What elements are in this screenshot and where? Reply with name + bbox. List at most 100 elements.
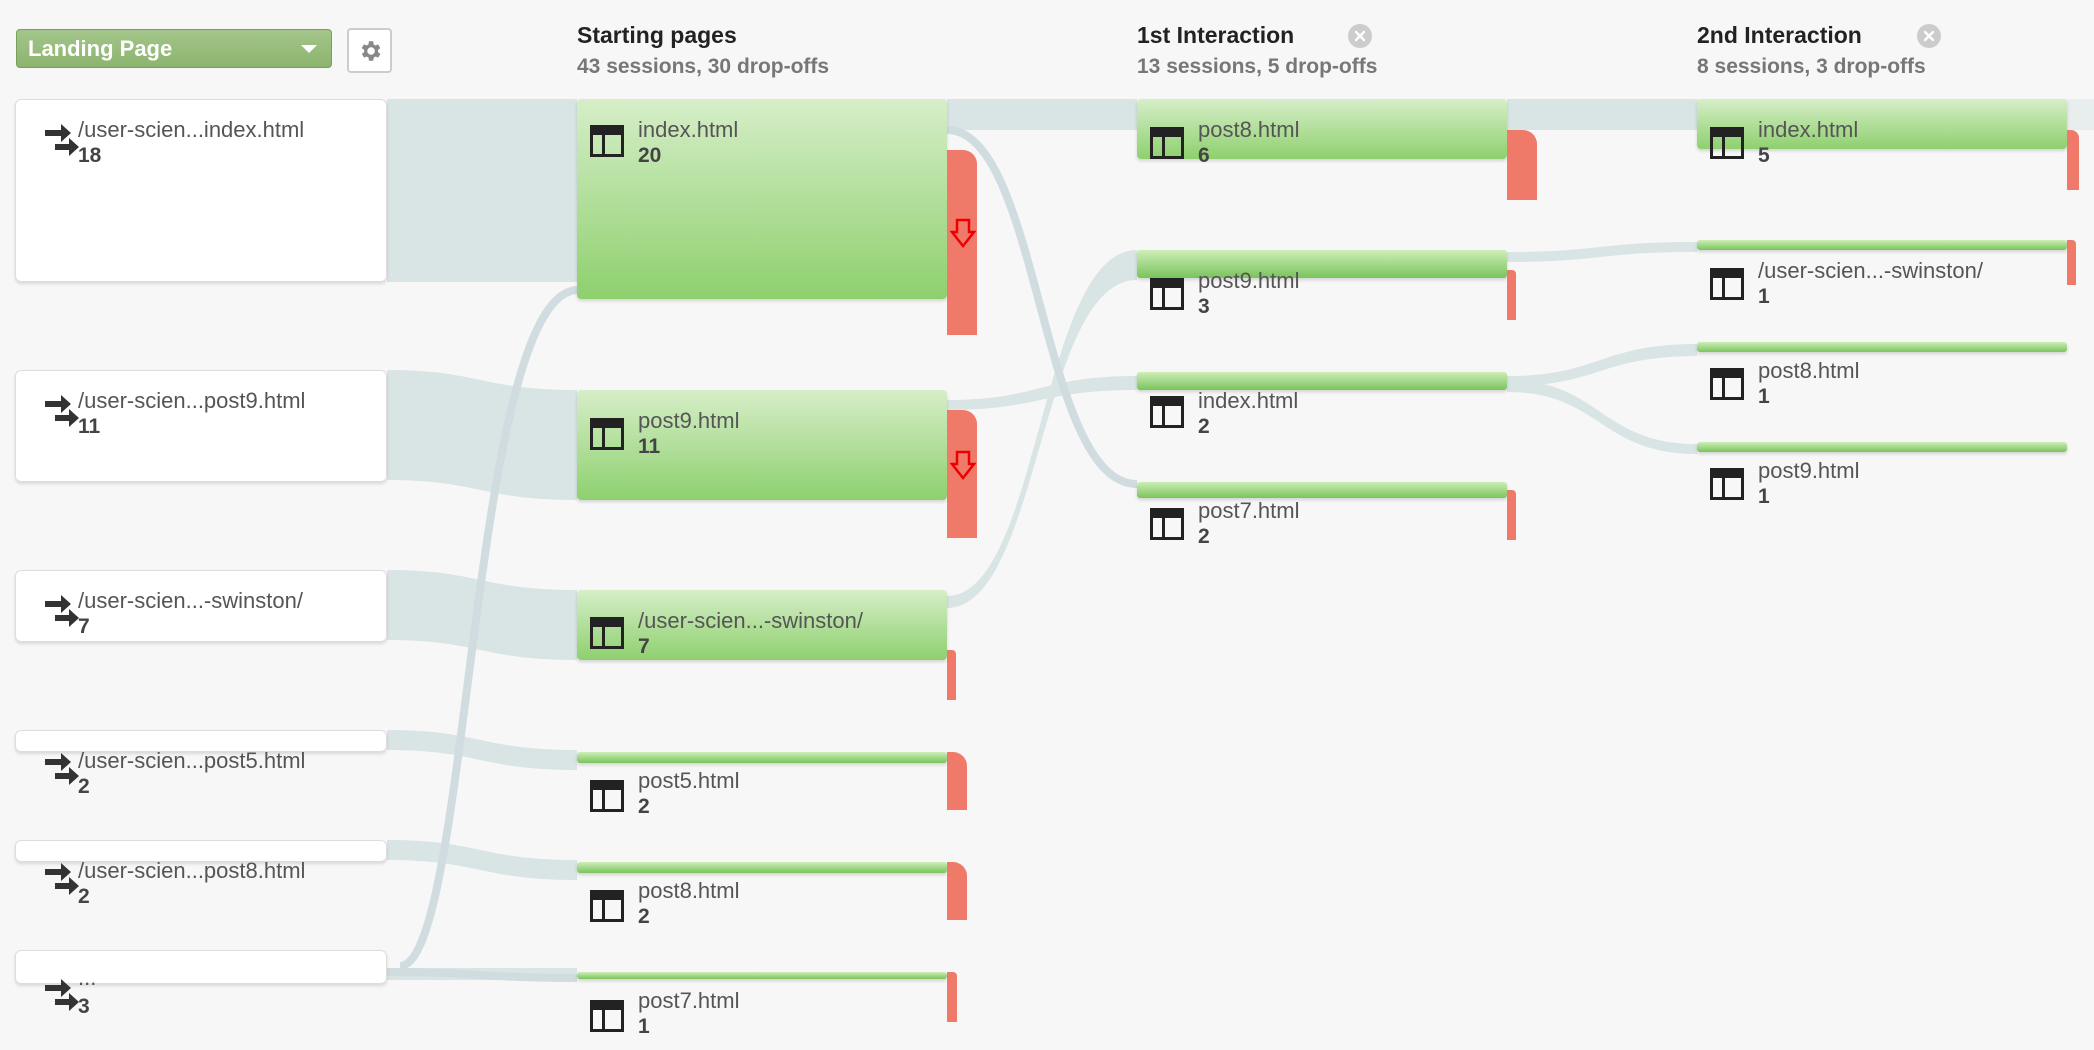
- page-count: 3: [1198, 295, 1210, 318]
- dropoff-indicator[interactable]: [1507, 270, 1516, 320]
- page-label: index.html: [1758, 117, 1859, 142]
- interaction-2-node[interactable]: [1697, 240, 2067, 250]
- flow-link: [1507, 380, 1697, 454]
- chevron-down-icon: [301, 45, 317, 53]
- page-label: post7.html: [1198, 498, 1300, 523]
- page-layout-icon: [590, 890, 624, 922]
- entrance-arrows-icon: [45, 395, 79, 427]
- interaction-1-node[interactable]: [1137, 372, 1507, 390]
- column-subtitle-starting-pages: 43 sessions, 30 drop-offs: [577, 55, 830, 78]
- interaction-1-node[interactable]: [1137, 250, 1507, 278]
- settings-button[interactable]: [347, 28, 392, 73]
- flow-link: [387, 370, 577, 500]
- dropoff-indicator[interactable]: [2067, 240, 2076, 285]
- dropoff-arrow-icon: [950, 218, 976, 248]
- dropoff-indicator[interactable]: [947, 650, 956, 700]
- page-layout-icon: [590, 617, 624, 649]
- page-count: 1: [1758, 285, 1770, 308]
- interaction-2-node[interactable]: [1697, 442, 2067, 452]
- dropoff-indicator[interactable]: [2067, 130, 2079, 190]
- dropoff-indicator[interactable]: [947, 862, 967, 920]
- dropoff-indicator[interactable]: [1507, 130, 1537, 200]
- flow-link: [1507, 242, 1697, 262]
- dropoff-indicator[interactable]: [947, 752, 967, 810]
- column-title-1st-interaction: 1st Interaction: [1137, 22, 1295, 48]
- flow-link: [387, 730, 577, 770]
- column-title-starting-pages: Starting pages: [577, 22, 737, 48]
- page-label: post8.html: [1758, 358, 1860, 383]
- flow-link: [387, 840, 577, 880]
- page-layout-icon: [1150, 127, 1184, 159]
- page-label: post9.html: [1198, 268, 1300, 293]
- flow-link: [947, 376, 1137, 410]
- landing-page-label: /user-scien...post9.html: [78, 388, 306, 413]
- landing-page-label: /user-scien...index.html: [78, 117, 305, 142]
- landing-page-count: 7: [78, 615, 90, 638]
- landing-page-label: ...: [78, 965, 97, 990]
- interaction-2-node[interactable]: [1697, 99, 2067, 149]
- page-count: 2: [1198, 415, 1210, 438]
- landing-page-dropdown[interactable]: Landing Page: [16, 29, 332, 68]
- page-layout-icon: [590, 1000, 624, 1032]
- entrance-arrows-icon: [45, 753, 79, 785]
- dropoff-indicator[interactable]: [947, 972, 957, 1022]
- page-label: index.html: [638, 117, 739, 142]
- page-layout-icon: [1710, 127, 1744, 159]
- landing-page-node[interactable]: /user-scien...post5.html 2: [15, 730, 387, 798]
- page-label: /user-scien...-swinston/: [638, 608, 863, 633]
- flow-link: [1507, 344, 1697, 386]
- page-label: /user-scien...-swinston/: [1758, 258, 1983, 283]
- entrance-arrows-icon: [45, 595, 79, 627]
- column-subtitle-1st-interaction: 13 sessions, 5 drop-offs: [1137, 55, 1378, 78]
- page-label: post7.html: [638, 988, 740, 1013]
- column-subtitle-2nd-interaction: 8 sessions, 3 drop-offs: [1697, 55, 1926, 78]
- page-layout-icon: [1150, 396, 1184, 428]
- page-layout-icon: [1150, 278, 1184, 310]
- remove-column-1-icon[interactable]: [1348, 24, 1372, 48]
- page-layout-icon: [1710, 468, 1744, 500]
- page-label: post8.html: [1198, 117, 1300, 142]
- page-count: 2: [638, 795, 650, 818]
- page-layout-icon: [1150, 508, 1184, 540]
- interaction-1-node[interactable]: [1137, 482, 1507, 498]
- entrance-arrows-icon: [45, 124, 79, 156]
- landing-page-count: 3: [78, 995, 90, 1018]
- landing-page-count: 2: [78, 775, 90, 798]
- page-count: 1: [1758, 485, 1770, 508]
- entrance-arrows-icon: [45, 979, 79, 1011]
- landing-page-label: /user-scien...post8.html: [78, 858, 306, 883]
- landing-page-node[interactable]: /user-scien...post9.html 11: [15, 370, 387, 482]
- starting-page-node[interactable]: [577, 99, 947, 299]
- starting-page-bar[interactable]: [577, 752, 947, 763]
- page-count: 1: [1758, 385, 1770, 408]
- interaction-1-node[interactable]: [1137, 99, 1507, 159]
- page-label: post5.html: [638, 768, 740, 793]
- dropdown-label: Landing Page: [28, 35, 173, 61]
- page-layout-icon: [590, 418, 624, 450]
- starting-page-node[interactable]: [577, 390, 947, 500]
- page-count: 1: [638, 1015, 650, 1038]
- landing-page-count: 2: [78, 885, 90, 908]
- landing-page-label: /user-scien...-swinston/: [78, 588, 303, 613]
- starting-page-bar[interactable]: [577, 972, 947, 979]
- page-label: post8.html: [638, 878, 740, 903]
- page-layout-icon: [1710, 368, 1744, 400]
- page-label: index.html: [1198, 388, 1299, 413]
- flow-link: [947, 99, 1137, 130]
- flow-link: [1507, 99, 1697, 130]
- page-count: 20: [638, 144, 662, 167]
- landing-page-node[interactable]: /user-scien...index.html 18: [15, 99, 387, 282]
- page-count: 5: [1758, 144, 1770, 167]
- landing-page-node[interactable]: ... 3: [15, 950, 387, 1018]
- interaction-2-node[interactable]: [1697, 342, 2067, 352]
- entrance-arrows-icon: [45, 863, 79, 895]
- remove-column-2-icon[interactable]: [1917, 24, 1941, 48]
- dropoff-indicator[interactable]: [1507, 490, 1516, 540]
- starting-page-bar[interactable]: [577, 862, 947, 873]
- page-count: 7: [638, 635, 650, 658]
- column-title-2nd-interaction: 2nd Interaction: [1697, 22, 1862, 48]
- landing-page-node[interactable]: /user-scien...post8.html 2: [15, 840, 387, 908]
- page-layout-icon: [590, 780, 624, 812]
- page-count: 2: [638, 905, 650, 928]
- landing-page-node[interactable]: /user-scien...-swinston/ 7: [15, 570, 387, 642]
